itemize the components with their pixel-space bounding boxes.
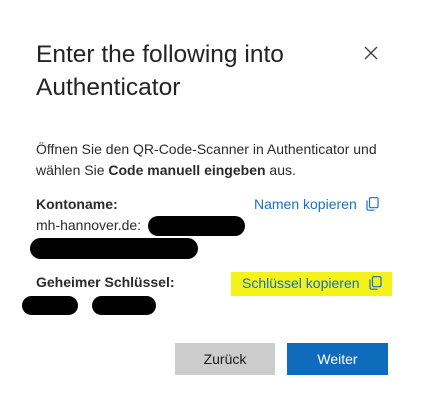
back-button[interactable]: Zurück [175,343,275,375]
next-button[interactable]: Weiter [287,343,388,375]
account-name-value: mh-hannover.de: [36,217,142,233]
copy-icon [366,197,379,211]
authenticator-setup-dialog: Enter the following into Authenticator Ö… [0,0,424,404]
redaction-mark [92,296,156,315]
instructions-suffix: aus. [265,162,296,178]
secret-key-label: Geheimer Schlüssel: [36,274,175,290]
redaction-mark [148,216,245,236]
copy-secret-label: Schlüssel kopieren [242,275,360,291]
copy-name-label: Namen kopieren [254,196,357,212]
redaction-mark [22,296,78,315]
close-icon [364,46,378,60]
close-button[interactable] [360,42,382,64]
dialog-title: Enter the following into Authenticator [36,41,284,101]
instructions-emphasis: Code manuell eingeben [108,162,266,178]
copy-secret-link[interactable]: Schlüssel kopieren [242,275,382,291]
copy-icon [368,276,382,290]
instructions-text: Öffnen Sie den QR-Code-Scanner in Authen… [36,139,406,181]
redaction-mark [30,238,198,259]
account-name-label: Kontoname: [36,196,118,212]
copy-name-link[interactable]: Namen kopieren [254,196,379,212]
